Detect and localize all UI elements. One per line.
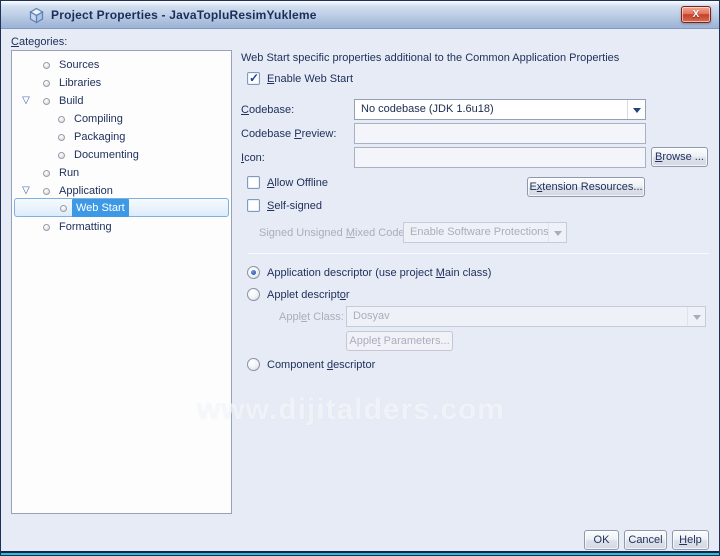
component-descriptor-label[interactable]: Component descriptor bbox=[267, 359, 375, 371]
tree-item-compiling[interactable]: Compiling bbox=[13, 110, 230, 128]
separator bbox=[248, 253, 709, 254]
bullet-icon bbox=[43, 224, 50, 231]
bullet-icon bbox=[43, 80, 50, 87]
categories-tree[interactable]: Sources Libraries ▽ Build Compiling Packaging… bbox=[11, 50, 232, 514]
applet-parameters-button: Applet Parameters... bbox=[346, 331, 453, 351]
categories-label: Categories: bbox=[11, 36, 68, 48]
tree-item-label: Formatting bbox=[59, 221, 112, 233]
tree-item-label: Documenting bbox=[74, 149, 139, 161]
bullet-icon bbox=[43, 188, 50, 195]
icon-label: Icon: bbox=[241, 152, 265, 164]
cube-icon bbox=[29, 7, 44, 24]
dropdown-arrow-icon bbox=[548, 223, 566, 242]
tree-item-label: Run bbox=[59, 167, 80, 179]
icon-field[interactable] bbox=[354, 147, 646, 168]
mixed-code-label: Signed Unsigned Mixed Code: bbox=[259, 227, 408, 239]
bullet-icon bbox=[43, 62, 50, 69]
tree-item-web-start[interactable]: Web Start bbox=[14, 198, 229, 217]
self-signed-label[interactable]: Self-signed bbox=[267, 200, 322, 212]
window-title: Project Properties - JavaTopluResimYukle… bbox=[51, 8, 317, 22]
ok-button[interactable]: OK bbox=[584, 530, 619, 550]
extension-resources-button[interactable]: Extension Resources... bbox=[527, 177, 645, 197]
window-bottom-accent bbox=[1, 553, 719, 555]
bullet-icon bbox=[58, 134, 65, 141]
component-descriptor-radio[interactable] bbox=[247, 358, 260, 371]
tree-item-libraries[interactable]: Libraries bbox=[13, 74, 230, 92]
codebase-preview-label: Codebase Preview: bbox=[241, 128, 337, 140]
mixed-code-combobox: Enable Software Protections bbox=[403, 222, 567, 243]
tree-item-documenting[interactable]: Documenting bbox=[13, 146, 230, 164]
tree-item-run[interactable]: Run bbox=[13, 164, 230, 182]
project-properties-dialog: Project Properties - JavaTopluResimYukle… bbox=[0, 0, 720, 556]
applet-descriptor-label[interactable]: Applet descriptor bbox=[267, 289, 350, 301]
bullet-icon bbox=[43, 170, 50, 177]
bullet-icon bbox=[60, 205, 67, 212]
close-button[interactable]: X bbox=[681, 6, 711, 23]
tree-item-label: Sources bbox=[59, 59, 100, 71]
dropdown-arrow-icon bbox=[687, 307, 705, 326]
dropdown-arrow-icon[interactable] bbox=[627, 100, 645, 119]
expander-open-icon[interactable]: ▽ bbox=[19, 92, 33, 110]
dialog-body: Categories: Sources Libraries ▽ Build Compil… bbox=[1, 29, 719, 555]
application-descriptor-radio[interactable] bbox=[247, 266, 260, 279]
application-descriptor-label[interactable]: Application descriptor (use project Main… bbox=[267, 267, 491, 279]
enable-web-start-label[interactable]: Enable Web Start bbox=[267, 73, 353, 85]
tree-item-packaging[interactable]: Packaging bbox=[13, 128, 230, 146]
tree-item-sources[interactable]: Sources bbox=[13, 56, 230, 74]
enable-web-start-checkbox[interactable] bbox=[247, 71, 260, 85]
allow-offline-label[interactable]: Allow Offline bbox=[267, 177, 328, 189]
cancel-button[interactable]: Cancel bbox=[624, 530, 667, 550]
codebase-combobox[interactable]: No codebase (JDK 1.6u18) bbox=[354, 99, 646, 120]
applet-class-value: Dosyav bbox=[353, 310, 390, 322]
codebase-label: Codebase: bbox=[241, 104, 295, 116]
browse-button[interactable]: Browse ... bbox=[651, 147, 708, 167]
help-button[interactable]: Help bbox=[672, 530, 709, 550]
applet-class-label: Applet Class: bbox=[279, 311, 344, 323]
self-signed-checkbox[interactable] bbox=[247, 199, 260, 212]
codebase-value: No codebase (JDK 1.6u18) bbox=[361, 103, 494, 115]
mixed-code-value: Enable Software Protections bbox=[410, 226, 549, 238]
tree-item-build[interactable]: ▽ Build bbox=[13, 92, 230, 110]
allow-offline-checkbox[interactable] bbox=[247, 176, 260, 189]
tree-item-label: Compiling bbox=[74, 113, 123, 125]
tree-item-label: Build bbox=[59, 95, 84, 107]
close-x-icon: X bbox=[692, 9, 700, 20]
applet-descriptor-radio[interactable] bbox=[247, 288, 260, 301]
tree-item-formatting[interactable]: Formatting bbox=[13, 218, 230, 236]
bullet-icon bbox=[43, 98, 50, 105]
tree-item-label: Libraries bbox=[59, 77, 102, 89]
tree-item-label: Packaging bbox=[74, 131, 126, 143]
bullet-icon bbox=[58, 152, 65, 159]
bullet-icon bbox=[58, 116, 65, 123]
codebase-preview-field[interactable] bbox=[354, 123, 646, 144]
panel-header: Web Start specific properties additional… bbox=[241, 52, 620, 64]
title-bar[interactable]: Project Properties - JavaTopluResimYukle… bbox=[1, 1, 719, 29]
tree-item-label: Web Start bbox=[72, 199, 129, 217]
applet-class-combobox: Dosyav bbox=[346, 306, 706, 327]
